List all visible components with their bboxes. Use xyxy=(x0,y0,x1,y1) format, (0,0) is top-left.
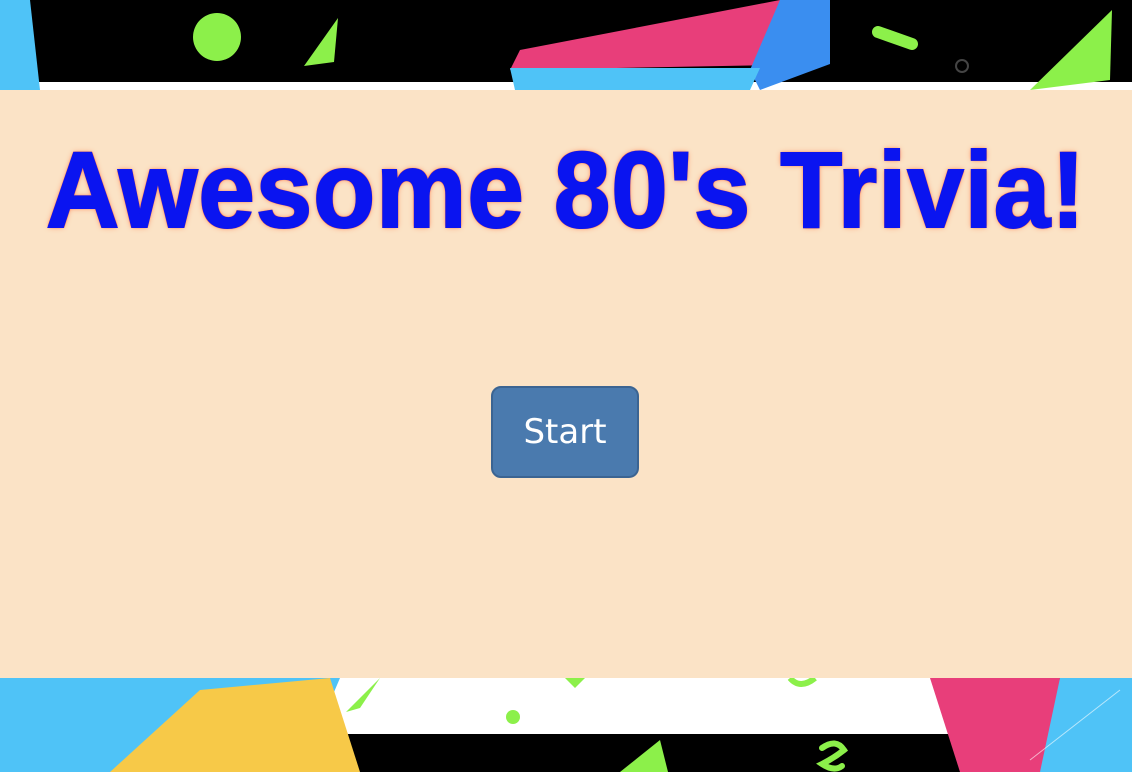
game-screen: Awesome 80's Trivia! Start xyxy=(0,0,1132,772)
start-button[interactable]: Start xyxy=(491,386,639,478)
game-title: Awesome 80's Trivia! xyxy=(45,128,1086,251)
